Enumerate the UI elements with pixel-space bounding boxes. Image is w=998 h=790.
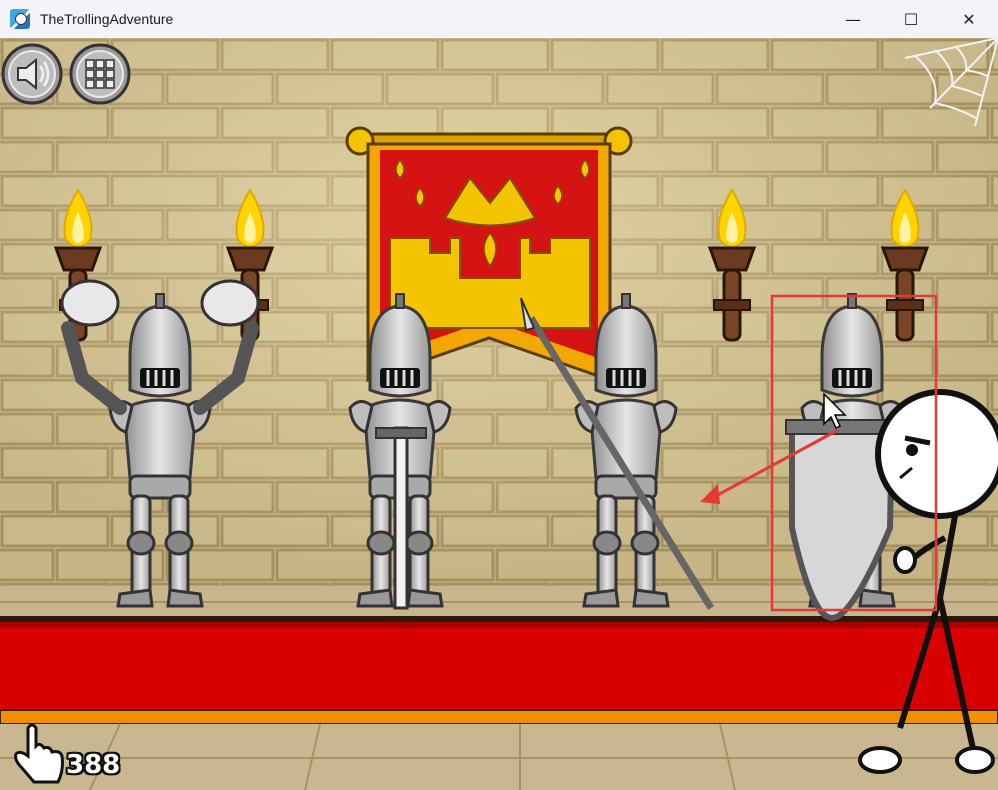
- close-button[interactable]: ✕: [940, 0, 998, 38]
- game-window: TheTrollingAdventure — ☐ ✕ 388: [0, 0, 998, 790]
- maximize-button[interactable]: ☐: [882, 0, 940, 38]
- click-counter: 388: [66, 750, 121, 780]
- grid-menu-icon: [85, 59, 115, 89]
- window-controls: — ☐ ✕: [824, 0, 998, 38]
- red-carpet: [0, 622, 998, 712]
- minimize-button[interactable]: —: [824, 0, 882, 38]
- sound-button[interactable]: [1, 43, 63, 105]
- game-scene: [0, 38, 998, 790]
- level-menu-button[interactable]: [69, 43, 131, 105]
- window-title: TheTrollingAdventure: [40, 11, 174, 27]
- game-canvas[interactable]: 388: [0, 38, 998, 790]
- title-bar: TheTrollingAdventure — ☐ ✕: [0, 0, 998, 38]
- app-icon: [10, 9, 30, 29]
